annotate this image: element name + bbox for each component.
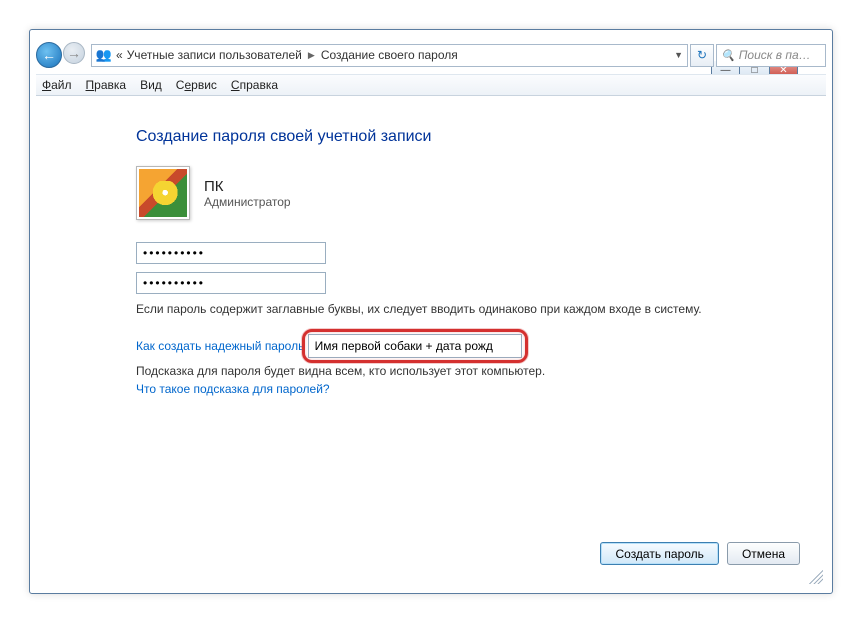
address-dropdown-icon[interactable]: ▼ [674,50,683,60]
strong-password-link[interactable]: Как создать надежный пароль [136,339,304,353]
window-frame: — □ ✕ ← → 👥 « Учетные записи пользовател… [29,29,833,594]
caps-note: Если пароль содержит заглавные буквы, их… [136,302,826,316]
menu-edit[interactable]: Правка [86,78,127,92]
menu-file[interactable]: ФФайлайл [42,78,72,92]
breadcrumb-sep: ▶ [308,50,315,61]
user-role: Администратор [204,195,291,209]
breadcrumb-prefix: « [116,48,123,62]
hint-note: Подсказка для пароля будет видна всем, к… [136,364,826,378]
password-field-1[interactable] [136,242,326,264]
password-hint-field[interactable] [308,334,522,358]
button-row: Создать пароль Отмена [600,542,800,565]
nav-bar: ← → 👥 « Учетные записи пользователей ▶ С… [36,38,826,72]
search-box[interactable]: 🔍 Поиск в па… [716,44,826,67]
page-title: Создание пароля своей учетной записи [136,128,826,146]
search-placeholder: Поиск в па… [739,48,811,62]
search-icon: 🔍 [721,49,735,62]
menu-bar: ФФайлайл Правка Вид Сервис Справка [36,74,826,96]
menu-view[interactable]: Вид [140,78,162,92]
back-button[interactable]: ← [36,42,62,68]
window: — □ ✕ ← → 👥 « Учетные записи пользовател… [0,0,862,623]
hint-field-wrap [308,334,522,358]
user-name: ПК [204,178,291,195]
user-accounts-icon: 👥 [96,47,112,63]
password-field-2[interactable] [136,272,326,294]
user-info: ПК Администратор [136,166,826,220]
breadcrumb-item-1[interactable]: Учетные записи пользователей [127,48,302,62]
avatar-image [139,169,187,217]
forward-button[interactable]: → [63,42,85,64]
breadcrumb-item-2[interactable]: Создание своего пароля [321,48,458,62]
address-bar[interactable]: 👥 « Учетные записи пользователей ▶ Созда… [91,44,688,67]
user-meta: ПК Администратор [204,178,291,209]
menu-help[interactable]: Справка [231,78,278,92]
menu-service[interactable]: Сервис [176,78,217,92]
create-password-button[interactable]: Создать пароль [600,542,718,565]
avatar [136,166,190,220]
resize-grip[interactable] [809,570,823,584]
nav-buttons: ← → [36,42,85,68]
refresh-button[interactable]: ↻ [690,44,714,67]
content-area: Создание пароля своей учетной записи ПК … [36,98,826,587]
hint-help-link[interactable]: Что такое подсказка для паролей? [136,382,330,396]
cancel-button[interactable]: Отмена [727,542,800,565]
